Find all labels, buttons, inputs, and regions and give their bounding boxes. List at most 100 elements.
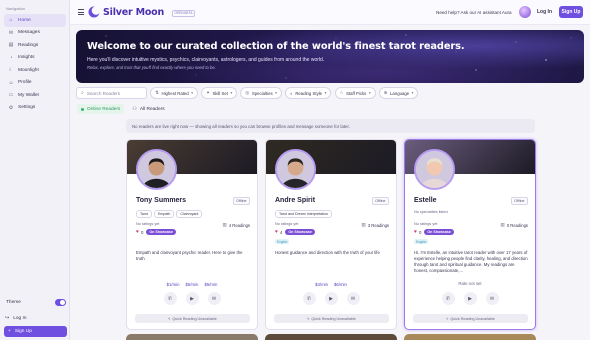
specialties-icon: ◎: [245, 90, 250, 95]
brand-name[interactable]: Silver Moon: [103, 7, 164, 18]
quick-reading-button[interactable]: ϟ Quick Reading Unavailable: [413, 314, 528, 323]
moon-logo-icon: [88, 6, 100, 18]
phone-icon: ✆: [167, 295, 173, 302]
sidebar-item-profile[interactable]: ☺ Profile: [4, 77, 66, 90]
sidebar-item-label: Readings: [18, 42, 39, 48]
specialty-tag: Clairvoyant: [176, 210, 203, 218]
reader-card[interactable]: Andre Spirit Offline Tarot and Dream Inter…: [265, 139, 397, 330]
ratings-text: No ratings yet: [414, 222, 438, 226]
chevron-down-icon: ▾: [191, 91, 193, 95]
filter-reading-style[interactable]: ◐ Reading Style ▾: [285, 87, 332, 99]
avatar[interactable]: [136, 149, 177, 190]
heart-icon[interactable]: ♥: [414, 229, 417, 235]
price-tag: $5/min: [204, 282, 217, 287]
tab-all-readers[interactable]: ⚇ All Readers: [128, 104, 168, 114]
sidebar-item-insights[interactable]: ◔ Insights: [4, 52, 66, 65]
menu-icon[interactable]: [78, 9, 84, 15]
readings-count: ▥ 3 Readings: [362, 222, 389, 228]
add-user-icon: +: [8, 329, 11, 334]
search-input[interactable]: ⌕ Search Readers: [76, 87, 147, 99]
quick-reading-button[interactable]: ϟ Quick Reading Unavailable: [274, 314, 389, 323]
sidebar-item-home[interactable]: ⌂ Home: [4, 14, 66, 27]
price-value: $5/min: [185, 282, 199, 287]
sidebar-login[interactable]: ↪ Log In: [5, 315, 27, 321]
likes-count: 0: [418, 229, 422, 235]
heart-icon[interactable]: ♥: [275, 229, 278, 235]
sidebar-item-moonlight[interactable]: ☾ Moonlight: [4, 64, 66, 77]
specialty-tag: Tarot and Dream Interpretation: [275, 210, 332, 218]
showcase-badge: On Showcase: [146, 229, 176, 235]
next-card-peek: [126, 334, 258, 340]
avatar[interactable]: [414, 149, 455, 190]
header-login-button[interactable]: Log In: [536, 6, 553, 18]
reader-name[interactable]: Tony Summers: [136, 197, 186, 204]
sidebar-signup-button[interactable]: + Sign Up: [4, 326, 67, 337]
theme-toggle[interactable]: [55, 299, 66, 306]
filter-highest-rated[interactable]: ⇅ Highest Rated ▾: [150, 87, 198, 99]
filter-label: Language: [390, 90, 410, 96]
sidebar-item-messages[interactable]: ✉ Messages: [4, 27, 66, 40]
heart-icon[interactable]: ♥: [136, 229, 139, 235]
filter-label: Staff Picks: [346, 90, 367, 96]
video-button[interactable]: ▶: [463, 292, 477, 305]
filter-bar: ⌕ Search Readers ⇅ Highest Rated ▾ ✦ Skill S…: [76, 87, 419, 99]
video-button[interactable]: ▶: [324, 292, 338, 305]
chevron-down-icon: ▾: [230, 91, 233, 95]
video-button[interactable]: ▶: [185, 292, 199, 305]
sidebar-item-settings[interactable]: ⚙ Settings: [4, 102, 66, 115]
chevron-down-icon: ▾: [324, 91, 327, 95]
reader-bio: Hi, I'm Estelle, an intuitive tarot read…: [414, 250, 528, 273]
price-value: $4/min: [315, 282, 328, 287]
reader-card[interactable]: Estelle Offline No specialties listed No ra…: [404, 139, 536, 330]
header-signup-button[interactable]: Sign Up: [559, 6, 583, 18]
moon-icon: ☾: [8, 67, 14, 74]
message-icon: ✉: [8, 29, 14, 36]
tab-online-readers[interactable]: Online Readers: [77, 104, 125, 114]
language-badge: English: [414, 239, 429, 245]
globe-icon: ⊕: [383, 90, 388, 95]
reader-name[interactable]: Andre Spirit: [275, 197, 315, 204]
search-placeholder: Search Readers: [86, 90, 121, 96]
filter-label: Highest Rated: [161, 90, 189, 96]
chat-button[interactable]: ✉: [485, 292, 499, 305]
filter-language[interactable]: ⊕ Language ▾: [378, 87, 419, 99]
aura-avatar[interactable]: [519, 6, 531, 18]
filter-label: Skill Set: [212, 90, 228, 96]
filter-staff-picks[interactable]: ☆ Staff Picks ▾: [334, 87, 376, 99]
reader-card[interactable]: Tony Summers Offline Tarot Empath Clairvoyan…: [126, 139, 258, 330]
price-value: $5/min: [204, 282, 218, 287]
search-icon: ⌕: [81, 90, 84, 96]
call-button[interactable]: ✆: [163, 292, 177, 305]
notice-banner: No readers are live right now — showing …: [126, 119, 535, 133]
price-value: $1/min: [166, 282, 180, 287]
reader-name[interactable]: Estelle: [414, 197, 437, 204]
sidebar-item-label: Insights: [18, 55, 35, 61]
hero-tagline: Relax, explore, and trust that you'll fi…: [87, 65, 216, 70]
contact-actions: ✆ ▶ ✉: [266, 292, 396, 305]
sidebar-item-my-wallet[interactable]: ▭ My Wallet: [4, 89, 66, 102]
phone-icon: ✆: [445, 295, 451, 302]
avatar[interactable]: [275, 149, 316, 190]
language-badge: English: [275, 239, 290, 245]
price-list: $4/min $6/min: [266, 282, 396, 287]
cards-icon: ▥: [222, 222, 227, 227]
chat-button[interactable]: ✉: [346, 292, 360, 305]
chat-icon: ✉: [350, 295, 356, 302]
filter-skill-set[interactable]: ✦ Skill Set ▾: [201, 87, 238, 99]
price-tag: $5/min: [186, 282, 199, 287]
quick-reading-button[interactable]: ϟ Quick Reading Unavailable: [135, 314, 250, 323]
sidebar-item-readings[interactable]: ▤ Readings: [4, 39, 66, 52]
hero-subtitle: Here you'll discover intuitive mystics, …: [87, 57, 325, 63]
chat-button[interactable]: ✉: [207, 292, 221, 305]
specialty-tag: Empath: [154, 210, 175, 218]
aura-prompt: Need help? Ask our AI assistant Aura: [436, 9, 512, 15]
no-specialties: No specialties listed: [414, 210, 448, 214]
video-icon: ▶: [190, 295, 194, 302]
readings-icon: ▤: [8, 42, 14, 49]
call-button[interactable]: ✆: [441, 292, 455, 305]
quick-reading-label: Quick Reading Unavailable: [311, 316, 356, 321]
call-button[interactable]: ✆: [302, 292, 316, 305]
filter-specialties[interactable]: ◎ Specialties ▾: [240, 87, 282, 99]
people-icon: ⚇: [132, 106, 137, 112]
video-icon: ▶: [468, 295, 472, 302]
